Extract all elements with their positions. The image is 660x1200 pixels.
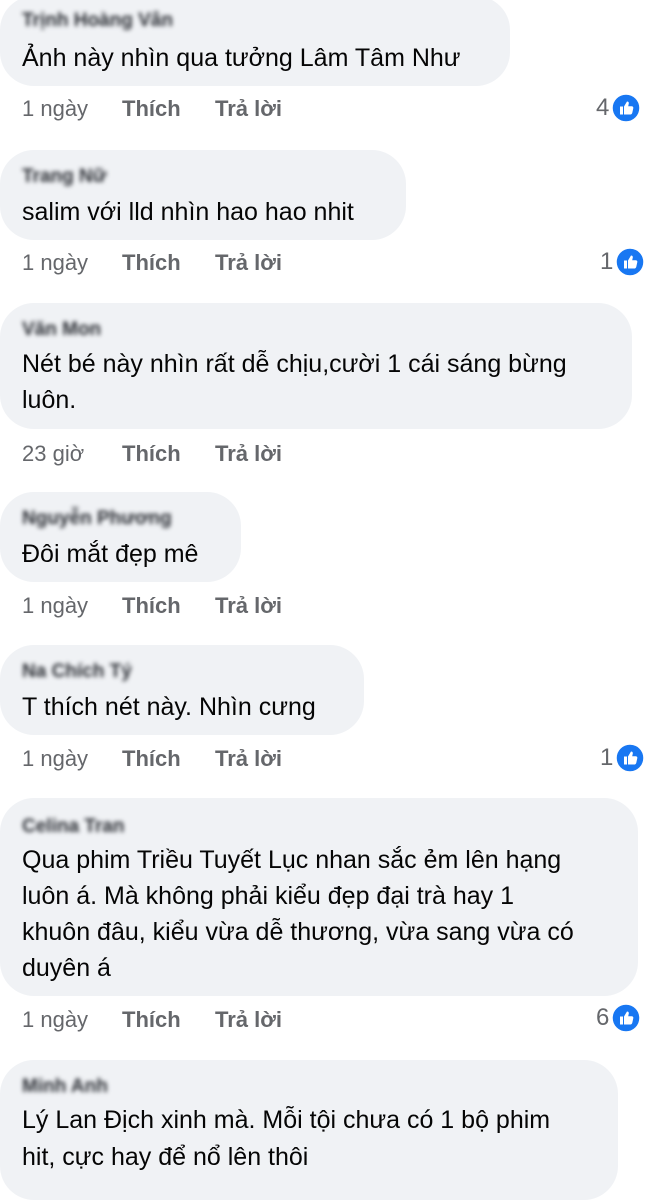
reaction-summary[interactable]: 1 [600, 742, 646, 774]
comment-author[interactable]: Văn Mon [22, 319, 101, 341]
reply-button[interactable]: Trả lời [215, 250, 282, 276]
comment-bubble: Trang Nữ salim với lld nhìn hao hao nhit [0, 150, 406, 240]
reply-button[interactable]: Trả lời [215, 1007, 282, 1033]
comment-author[interactable]: Minh Anh [22, 1076, 108, 1098]
like-thumb-icon [611, 93, 642, 123]
like-button[interactable]: Thích [122, 250, 181, 276]
reply-button[interactable]: Trả lời [215, 96, 282, 122]
reaction-count: 1 [600, 248, 614, 275]
comment-text-line: luôn. [22, 386, 77, 414]
comment-text-line: luôn á. Mà không phải kiểu đẹp đại trà h… [22, 882, 515, 910]
comment-text-line: Nét bé này nhìn rất dễ chịu,cười 1 cái s… [22, 350, 567, 378]
comment-author[interactable]: Trịnh Hoàng Vân [22, 10, 173, 32]
like-thumb-icon [611, 1003, 642, 1033]
comment-bubble: Celina Tran Qua phim Triều Tuyết Lục nha… [0, 798, 638, 996]
comment-author[interactable]: Nguyễn Phương [22, 508, 172, 530]
comment-text-line: hit, cực hay để nổ lên thôi [22, 1143, 309, 1171]
reaction-summary[interactable]: 1 [600, 246, 646, 278]
comment-author[interactable]: Celina Tran [22, 816, 124, 838]
like-button[interactable]: Thích [122, 746, 181, 772]
comment-time[interactable]: 23 giờ [22, 441, 84, 467]
comment-author[interactable]: Trang Nữ [22, 166, 107, 188]
comment-bubble: Trịnh Hoàng Vân Ảnh này nhìn qua tưởng L… [0, 0, 510, 86]
comment-bubble: Nguyễn Phương Đôi mắt đẹp mê [0, 492, 241, 582]
like-button[interactable]: Thích [122, 1007, 181, 1033]
reaction-count: 1 [600, 744, 614, 771]
comment-text-line: khuôn đâu, kiểu vừa dễ thương, vừa sang … [22, 918, 574, 946]
reply-button[interactable]: Trả lời [215, 746, 282, 772]
comment-text-line: Ảnh này nhìn qua tưởng Lâm Tâm Như [22, 44, 461, 72]
comment-bubble: Na Chích Tý T thích nét này. Nhìn cưng [0, 645, 364, 735]
like-thumb-icon [615, 247, 646, 277]
comment-time[interactable]: 1 ngày [22, 746, 88, 772]
comment-time[interactable]: 1 ngày [22, 250, 88, 276]
like-thumb-icon [615, 743, 646, 773]
comment-time[interactable]: 1 ngày [22, 1007, 88, 1033]
like-button[interactable]: Thích [122, 441, 181, 467]
reaction-count: 4 [596, 94, 610, 121]
reply-button[interactable]: Trả lời [215, 441, 282, 467]
comment-time[interactable]: 1 ngày [22, 593, 88, 619]
comment-text-line: Qua phim Triều Tuyết Lục nhan sắc ẻm lên… [22, 846, 562, 874]
comment-time[interactable]: 1 ngày [22, 96, 88, 122]
comment-text-line: salim với lld nhìn hao hao nhit [22, 198, 354, 226]
comment-text-line: Lý Lan Địch xinh mà. Mỗi tội chưa có 1 b… [22, 1106, 551, 1134]
reaction-summary[interactable]: 6 [596, 1002, 642, 1034]
reaction-count: 6 [596, 1004, 610, 1031]
like-button[interactable]: Thích [122, 96, 181, 122]
comment-text-line: Đôi mắt đẹp mê [22, 540, 199, 568]
comment-bubble: Văn Mon Nét bé này nhìn rất dễ chịu,cười… [0, 303, 632, 429]
like-button[interactable]: Thích [122, 593, 181, 619]
comment-text-line: duyên á [22, 954, 111, 982]
comment-bubble: Minh Anh Lý Lan Địch xinh mà. Mỗi tội ch… [0, 1060, 618, 1200]
reply-button[interactable]: Trả lời [215, 593, 282, 619]
comment-author[interactable]: Na Chích Tý [22, 661, 132, 683]
comment-text-line: T thích nét này. Nhìn cưng [22, 693, 316, 721]
reaction-summary[interactable]: 4 [596, 92, 642, 124]
